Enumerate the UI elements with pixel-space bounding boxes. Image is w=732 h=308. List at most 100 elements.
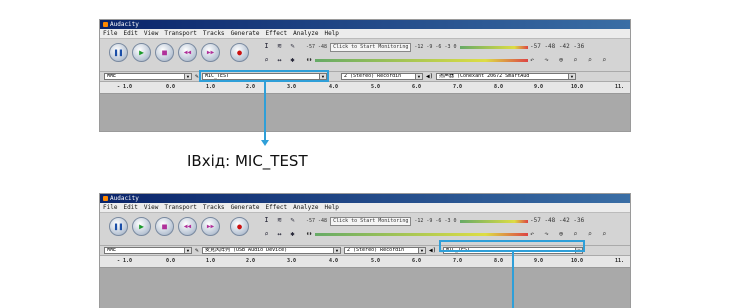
ruler-tick: 1.0: [206, 84, 216, 90]
stop-icon[interactable]: ■: [155, 217, 174, 236]
selection-tool-icon[interactable]: I: [261, 215, 272, 227]
ruler-tick: - 1.0: [117, 84, 133, 90]
record-icon[interactable]: ●: [230, 43, 249, 62]
envelope-tool-icon[interactable]: ≋: [274, 215, 285, 227]
menu-transport[interactable]: Transport: [164, 29, 197, 38]
timeshift-tool-icon[interactable]: ↔: [274, 229, 285, 241]
timeline-ruler[interactable]: - 1.0 0.0 1.0 2.0 3.0 4.0 5.0 6.0 7.0 8.…: [100, 256, 630, 268]
edit-toolbar[interactable]: ↶ ↷ ⊕ ⌕ ⌕ ⌕: [530, 230, 609, 238]
draw-tool-icon[interactable]: ✎: [287, 41, 298, 53]
multi-tool-icon[interactable]: ✱: [287, 229, 298, 241]
main-toolbar: ❚❚ ▶ ■ ◀◀ ▶▶ ● I ≋ ✎ ⌕ ↔ ✱ -57 -48 Click…: [100, 39, 630, 72]
ruler-tick: 5.0: [371, 84, 381, 90]
menu-analyze[interactable]: Analyze: [293, 203, 318, 212]
envelope-tool-icon[interactable]: ≋: [274, 41, 285, 53]
track-area[interactable]: [100, 268, 630, 308]
menu-generate[interactable]: Generate: [231, 203, 260, 212]
recording-channels-value: 2 (Stereo) Recordin: [347, 247, 405, 253]
menu-bar: File Edit View Transport Tracks Generate…: [100, 29, 630, 39]
playback-device-select[interactable]: 扬声器 (Conexant 20672 SmartAud ▼: [436, 73, 576, 80]
ruler-tick: 4.0: [329, 84, 339, 90]
ruler-tick: 2.0: [246, 84, 256, 90]
timeline-ruler[interactable]: - 1.0 0.0 1.0 2.0 3.0 4.0 5.0 6.0 7.0 8.…: [100, 82, 630, 94]
playback-meter: ◖◗: [306, 229, 528, 239]
skip-start-icon[interactable]: ◀◀: [178, 217, 197, 236]
ruler-tick: 9.0: [534, 258, 544, 264]
menu-file[interactable]: File: [103, 29, 117, 38]
chevron-down-icon: ▼: [184, 248, 191, 253]
chevron-down-icon: ▼: [333, 248, 340, 253]
menu-view[interactable]: View: [144, 203, 158, 212]
zoom-tool-icon[interactable]: ⌕: [261, 55, 272, 67]
recording-channels-select[interactable]: 2 (Stereo) Recordin ▼: [344, 247, 426, 254]
ruler-tick: - 1.0: [117, 258, 133, 264]
skip-end-icon[interactable]: ▶▶: [201, 217, 220, 236]
menu-tracks[interactable]: Tracks: [203, 203, 225, 212]
chevron-down-icon: ▼: [184, 74, 191, 79]
recording-meter: -57 -48 Click to Start Monitoring -12 -9…: [306, 42, 528, 52]
ruler-tick: 5.0: [371, 258, 381, 264]
ruler-tick: 6.0: [412, 258, 422, 264]
menu-transport[interactable]: Transport: [164, 203, 197, 212]
menu-analyze[interactable]: Analyze: [293, 29, 318, 38]
meter-right-ticks: -12 -9 -6 -3 0: [414, 44, 457, 50]
microphone-icon: ✎: [195, 247, 199, 254]
ruler-tick: 11.: [615, 258, 625, 264]
menu-effect[interactable]: Effect: [265, 203, 287, 212]
menu-help[interactable]: Help: [324, 29, 338, 38]
audio-host-select[interactable]: MME ▼: [104, 247, 192, 254]
ruler-tick: 10.0: [571, 84, 584, 90]
ruler-tick: 7.0: [453, 84, 463, 90]
bottom-speaker-highlight-box: [439, 240, 585, 252]
chevron-down-icon: ▼: [415, 74, 422, 79]
audio-host-select[interactable]: MME ▼: [104, 73, 192, 80]
play-icon[interactable]: ▶: [132, 217, 151, 236]
multi-tool-icon[interactable]: ✱: [287, 55, 298, 67]
speaker-icon: ◀): [429, 247, 437, 254]
record-icon[interactable]: ●: [230, 217, 249, 236]
top-audacity-window: Audacity File Edit View Transport Tracks…: [99, 19, 631, 132]
ruler-tick: 1.0: [206, 258, 216, 264]
timeshift-tool-icon[interactable]: ↔: [274, 55, 285, 67]
stop-icon[interactable]: ■: [155, 43, 174, 62]
window-title: Audacity: [110, 195, 139, 202]
menu-generate[interactable]: Generate: [231, 29, 260, 38]
device-toolbar: MME ▼ ✎ MIC_TEST ▼ 2 (Stereo) Recordin ▼…: [100, 72, 630, 82]
pause-icon[interactable]: ❚❚: [109, 43, 128, 62]
playback-slider[interactable]: [315, 58, 528, 62]
meter-level-bar: [459, 45, 528, 49]
recording-channels-value: 2 (Stereo) Recordin: [344, 73, 402, 79]
pause-icon[interactable]: ❚❚: [109, 217, 128, 236]
speaker-icon: ◀): [426, 73, 434, 80]
menu-view[interactable]: View: [144, 29, 158, 38]
click-to-start-monitoring[interactable]: Click to Start Monitoring: [330, 42, 412, 52]
play-icon[interactable]: ▶: [132, 43, 151, 62]
chevron-down-icon: ▼: [568, 74, 575, 79]
skip-start-icon[interactable]: ◀◀: [178, 43, 197, 62]
zoom-tool-icon[interactable]: ⌕: [261, 229, 272, 241]
draw-tool-icon[interactable]: ✎: [287, 215, 298, 227]
ruler-tick: 0.0: [166, 84, 176, 90]
menu-edit[interactable]: Edit: [123, 29, 137, 38]
menu-edit[interactable]: Edit: [123, 203, 137, 212]
menu-tracks[interactable]: Tracks: [203, 29, 225, 38]
meter-left-ticks: -57 -48: [306, 218, 328, 224]
audacity-app-icon: [103, 22, 108, 27]
skip-end-icon[interactable]: ▶▶: [201, 43, 220, 62]
click-to-start-monitoring[interactable]: Click to Start Monitoring: [330, 216, 412, 226]
menu-effect[interactable]: Effect: [265, 29, 287, 38]
ruler-tick: 2.0: [246, 258, 256, 264]
menu-file[interactable]: File: [103, 203, 117, 212]
recording-device-select[interactable]: 麦克风阵列 (USB Audio Device) ▼: [202, 247, 341, 254]
recording-device-value: 麦克风阵列 (USB Audio Device): [205, 247, 288, 253]
edit-toolbar[interactable]: ↶ ↷ ⊕ ⌕ ⌕ ⌕: [530, 56, 609, 64]
track-area[interactable]: [100, 94, 630, 131]
menu-help[interactable]: Help: [324, 203, 338, 212]
down-arrow-icon: [261, 140, 269, 146]
playback-volume-icon[interactable]: ◖◗: [306, 57, 312, 63]
recording-channels-select[interactable]: 2 (Stereo) Recordin ▼: [341, 73, 423, 80]
ruler-tick: 7.0: [453, 258, 463, 264]
playback-volume-icon[interactable]: ◖◗: [306, 231, 312, 237]
selection-tool-icon[interactable]: I: [261, 41, 272, 53]
playback-slider[interactable]: [315, 232, 528, 236]
